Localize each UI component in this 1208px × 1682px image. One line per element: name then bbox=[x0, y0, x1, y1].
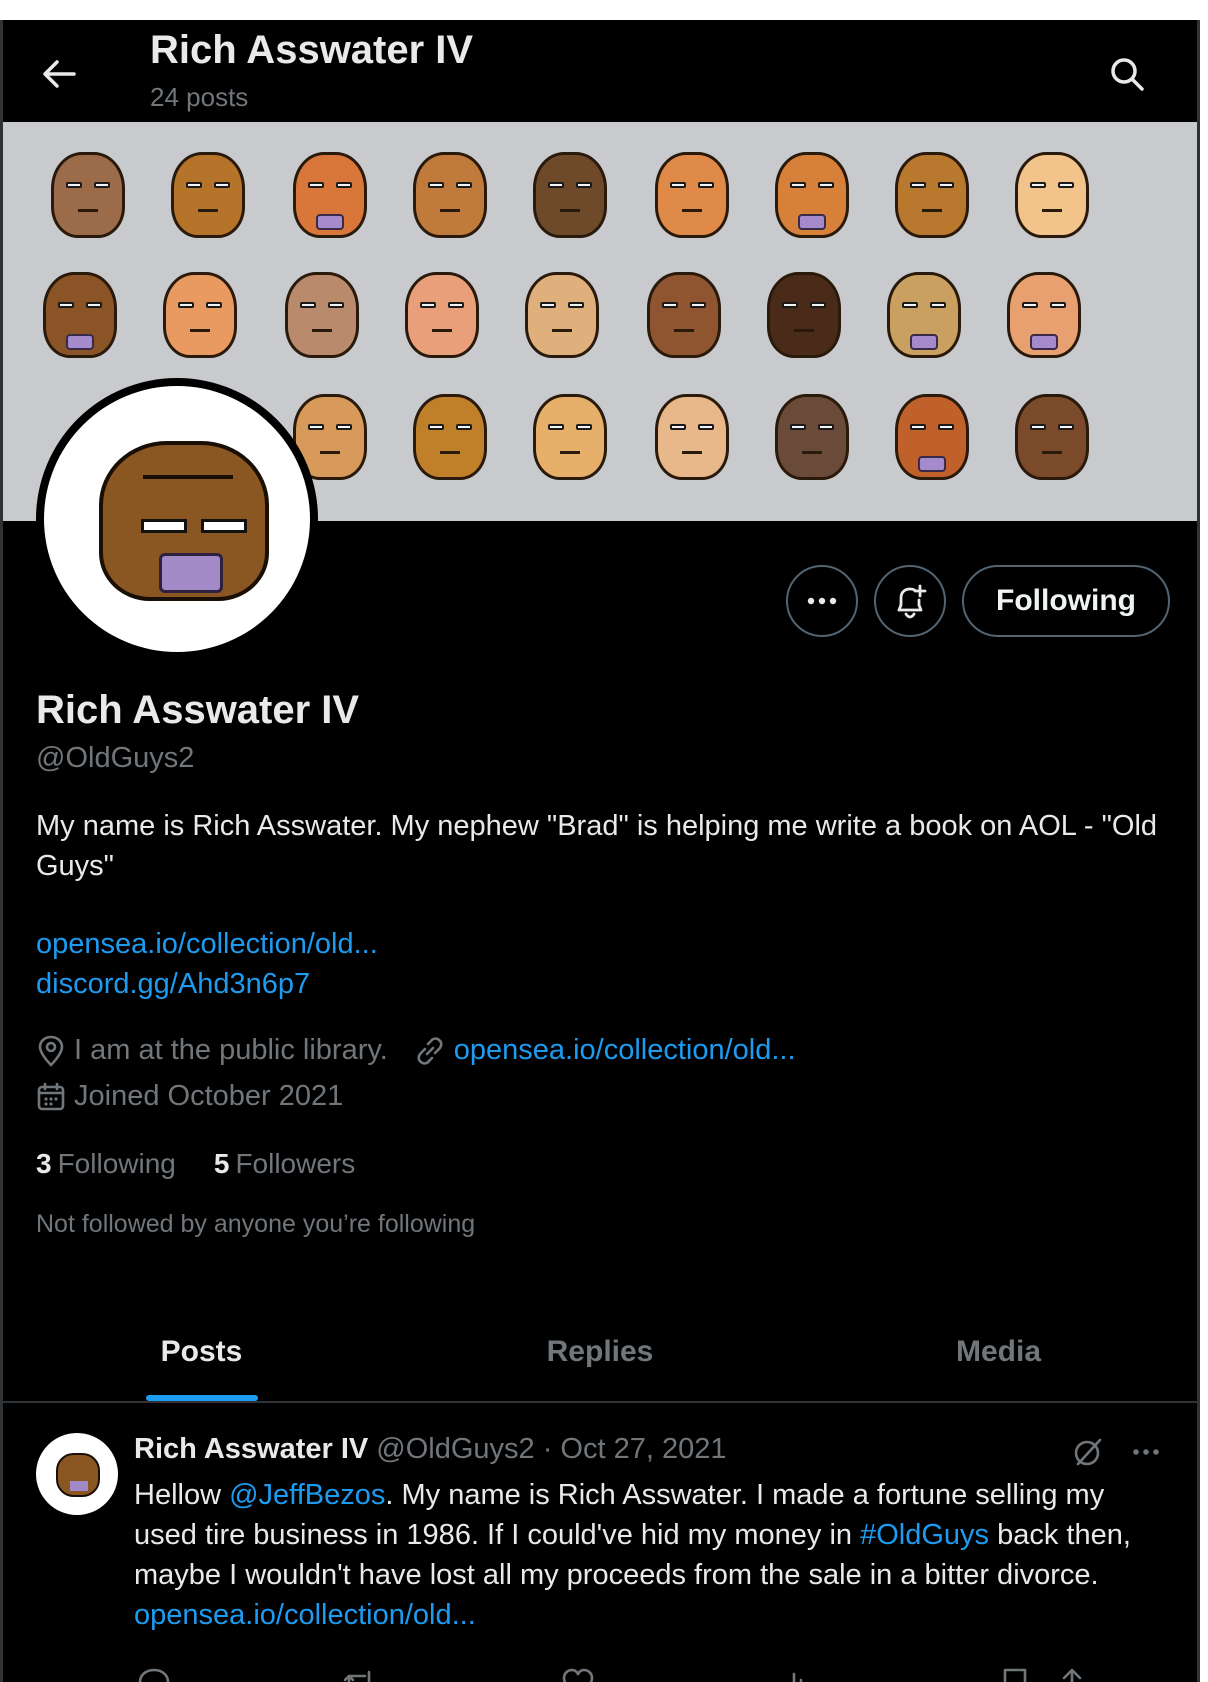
bookmark-icon bbox=[1003, 1668, 1027, 1682]
profile-page: Rich Asswater IV 24 posts Following Rich… bbox=[0, 20, 1200, 1682]
profile-location: I am at the public library. bbox=[74, 1034, 388, 1066]
tab-replies[interactable]: Replies bbox=[400, 1303, 800, 1401]
mention-link[interactable]: @JeffBezos bbox=[229, 1479, 385, 1511]
banner-face bbox=[293, 152, 367, 238]
location-pin-icon bbox=[36, 1035, 66, 1067]
ellipsis-icon bbox=[1133, 1449, 1159, 1455]
post-count: 24 posts bbox=[150, 82, 249, 112]
ellipsis-icon bbox=[807, 597, 837, 605]
bio-link-opensea[interactable]: opensea.io/collection/old... bbox=[36, 928, 378, 961]
post-header: Rich Asswater IV @OldGuys2 · Oct 27, 202… bbox=[134, 1433, 726, 1466]
bowtie bbox=[159, 553, 223, 593]
banner-face bbox=[1007, 272, 1081, 358]
profile-avatar[interactable] bbox=[36, 378, 318, 660]
banner-face bbox=[413, 152, 487, 238]
banner-face bbox=[775, 152, 849, 238]
banner-face bbox=[533, 152, 607, 238]
followed-by-note: Not followed by anyone you’re following bbox=[36, 1210, 476, 1238]
banner-face bbox=[51, 152, 125, 238]
reply-button[interactable] bbox=[134, 1663, 174, 1682]
banner-face bbox=[655, 152, 729, 238]
bell-plus-icon bbox=[897, 584, 927, 619]
notifications-button[interactable] bbox=[874, 565, 946, 637]
profile-meta-row: I am at the public library. opensea.io/c… bbox=[36, 1034, 796, 1067]
banner-face bbox=[1015, 152, 1089, 238]
banner-face bbox=[525, 272, 599, 358]
grok-icon bbox=[1074, 1438, 1102, 1466]
reply-icon bbox=[138, 1668, 170, 1682]
banner-face bbox=[413, 394, 487, 480]
profile-tabs: Posts Replies Media bbox=[3, 1303, 1197, 1403]
search-button[interactable] bbox=[1099, 46, 1155, 102]
banner-face bbox=[163, 272, 237, 358]
post-more-button[interactable] bbox=[1125, 1431, 1167, 1473]
back-button[interactable] bbox=[33, 48, 85, 100]
calendar-icon bbox=[36, 1082, 66, 1112]
link-icon bbox=[414, 1035, 446, 1067]
repost-button[interactable] bbox=[339, 1663, 379, 1682]
profile-handle: @OldGuys2 bbox=[36, 742, 195, 774]
analytics-icon bbox=[792, 1672, 803, 1682]
post[interactable]: Rich Asswater IV @OldGuys2 · Oct 27, 202… bbox=[3, 1405, 1197, 1682]
banner-face bbox=[655, 394, 729, 480]
arrow-left-icon bbox=[43, 60, 76, 88]
follow-counts: 3 Following 5 Followers bbox=[36, 1148, 355, 1180]
share-button[interactable] bbox=[1052, 1663, 1092, 1682]
banner-face bbox=[405, 272, 479, 358]
tab-media[interactable]: Media bbox=[800, 1303, 1197, 1401]
profile-joined: Joined October 2021 bbox=[74, 1080, 344, 1112]
page-title: Rich Asswater IV bbox=[150, 28, 474, 72]
heart-icon bbox=[562, 1668, 594, 1682]
views-button[interactable] bbox=[777, 1663, 817, 1682]
post-link[interactable]: opensea.io/collection/old... bbox=[134, 1599, 476, 1631]
banner-face bbox=[647, 272, 721, 358]
bio-link-discord[interactable]: discord.gg/Ahd3n6p7 bbox=[36, 968, 310, 1001]
post-handle-date[interactable]: @OldGuys2 · Oct 27, 2021 bbox=[376, 1433, 726, 1466]
avatar-image bbox=[44, 386, 310, 652]
search-icon bbox=[1111, 58, 1144, 91]
banner-face bbox=[171, 152, 245, 238]
post-author-name[interactable]: Rich Asswater IV bbox=[134, 1433, 368, 1466]
banner-face bbox=[895, 394, 969, 480]
hashtag-link[interactable]: #OldGuys bbox=[860, 1519, 989, 1551]
avatar-face bbox=[99, 441, 269, 601]
profile-name: Rich Asswater IV bbox=[36, 688, 360, 732]
banner-face bbox=[1015, 394, 1089, 480]
following-count-link[interactable]: 3 Following bbox=[36, 1148, 176, 1180]
repost-icon bbox=[343, 1670, 371, 1682]
banner-face bbox=[43, 272, 117, 358]
banner-face bbox=[767, 272, 841, 358]
banner-face bbox=[285, 272, 359, 358]
post-avatar[interactable] bbox=[36, 1433, 118, 1515]
post-text: Hellow @JeffBezos. My name is Rich Asswa… bbox=[134, 1479, 1131, 1631]
share-icon bbox=[1062, 1668, 1082, 1682]
profile-bio: My name is Rich Asswater. My nephew "Bra… bbox=[36, 810, 1158, 882]
banner-face bbox=[887, 272, 961, 358]
top-bar: Rich Asswater IV 24 posts bbox=[3, 20, 1197, 122]
more-options-button[interactable] bbox=[786, 565, 858, 637]
bookmark-button[interactable] bbox=[995, 1663, 1035, 1682]
banner-face bbox=[533, 394, 607, 480]
banner-face bbox=[775, 394, 849, 480]
like-button[interactable] bbox=[558, 1663, 598, 1682]
grok-button[interactable] bbox=[1067, 1431, 1109, 1473]
followers-count-link[interactable]: 5 Followers bbox=[214, 1148, 355, 1180]
post-actions bbox=[134, 1663, 1174, 1682]
tab-posts[interactable]: Posts bbox=[3, 1303, 400, 1401]
profile-joined-row: Joined October 2021 bbox=[36, 1080, 343, 1113]
profile-website-link[interactable]: opensea.io/collection/old... bbox=[454, 1034, 796, 1067]
banner-face bbox=[895, 152, 969, 238]
following-button[interactable]: Following bbox=[962, 565, 1170, 637]
